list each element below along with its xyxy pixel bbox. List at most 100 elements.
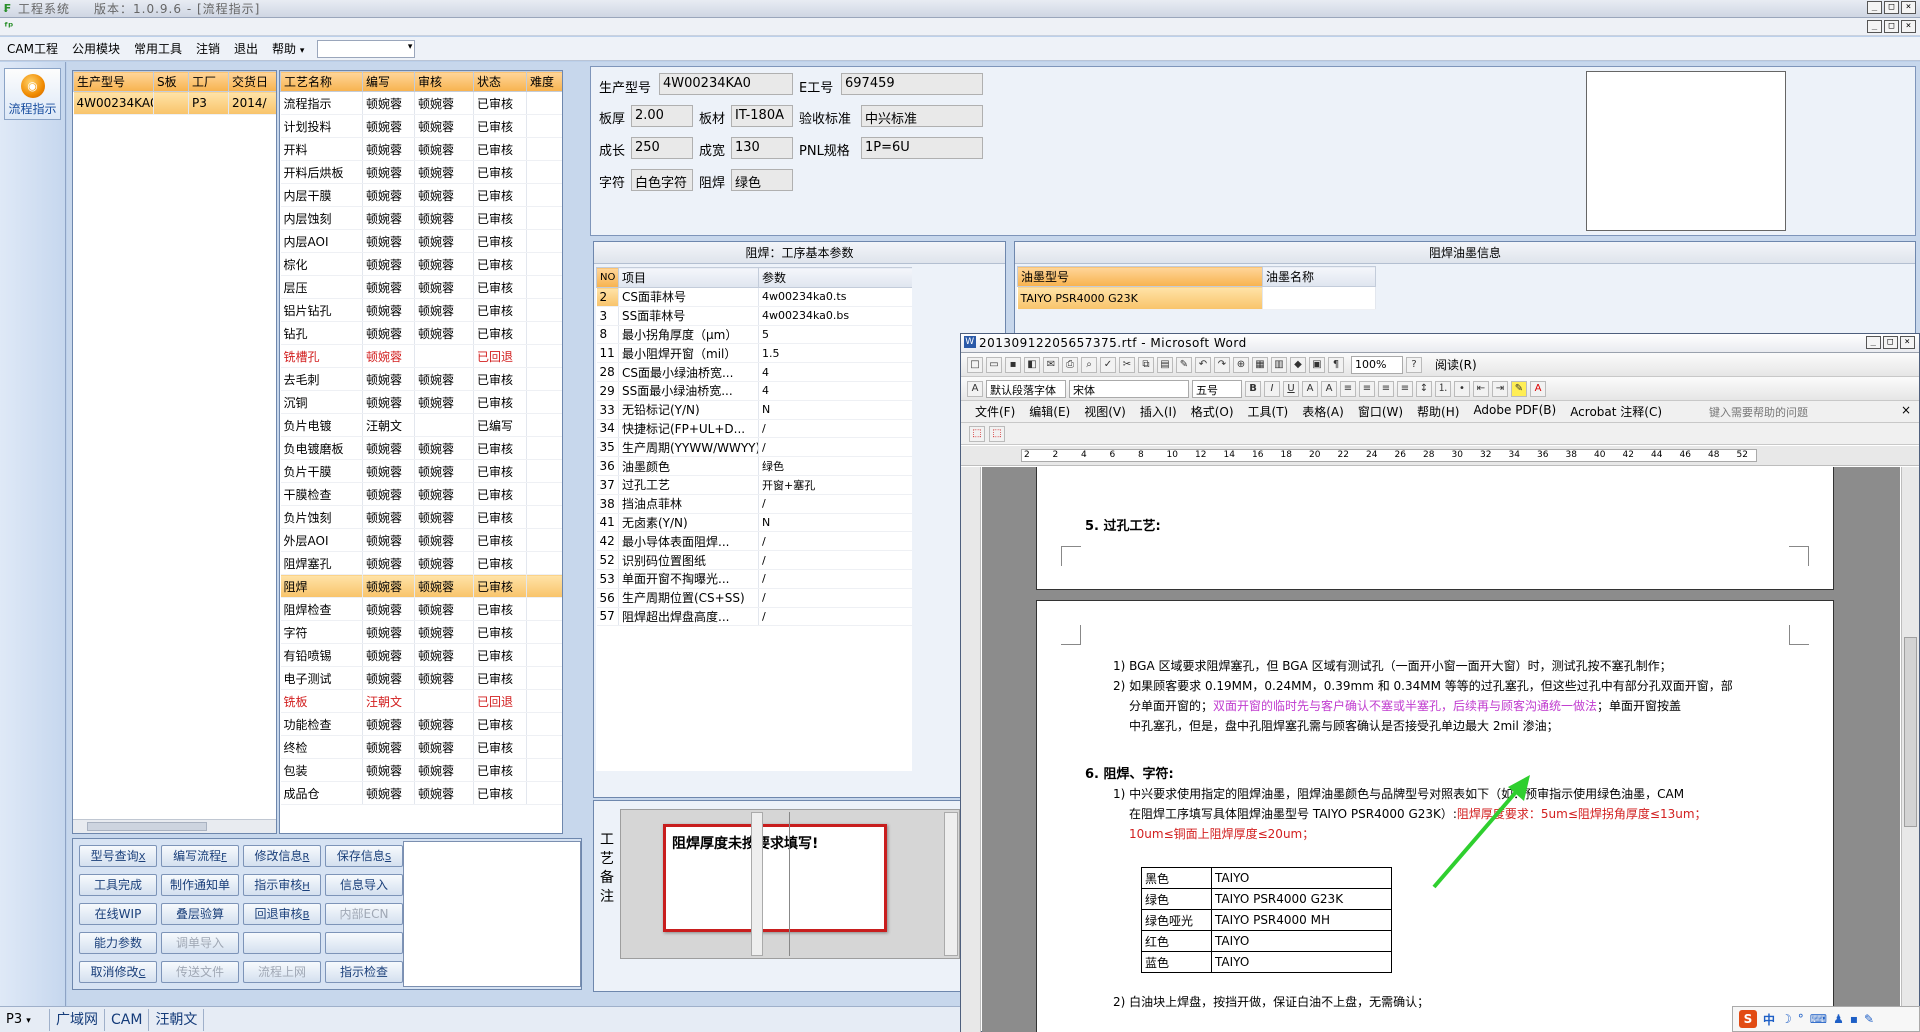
permission-icon[interactable]: ◧ <box>1024 356 1040 373</box>
table-row[interactable]: 3 SS面菲林号 4w00234ka0.bs <box>596 306 912 326</box>
word-menu-item[interactable]: 插入(I) <box>1140 403 1177 420</box>
table-row[interactable]: 内层AOI 顿婉蓉 顿婉蓉 已审核 <box>280 229 562 253</box>
table-row[interactable]: 终检 顿婉蓉 顿婉蓉 已审核 <box>280 735 562 759</box>
prod-col-header[interactable]: 生产型号 <box>73 71 154 92</box>
font-combo[interactable]: 宋体 <box>1069 379 1189 398</box>
mask-field[interactable]: 绿色 <box>731 169 793 191</box>
email-icon[interactable]: ✉ <box>1043 356 1059 373</box>
highlight-icon[interactable]: ✎ <box>1511 380 1527 397</box>
action-button[interactable]: 指示审核H <box>243 874 321 896</box>
table-row[interactable]: 铝片钻孔 顿婉蓉 顿婉蓉 已审核 <box>280 298 562 322</box>
sogou-icon[interactable]: S <box>1739 1010 1757 1028</box>
table-row[interactable]: 57 阻焊超出焊盘高度... / <box>596 607 912 627</box>
table-row[interactable]: 沉铜 顿婉蓉 顿婉蓉 已审核 <box>280 390 562 414</box>
word-maximize-button[interactable]: □ <box>1883 336 1898 349</box>
action-button[interactable]: 叠层验算 <box>161 903 239 925</box>
child-close-button[interactable]: × <box>1901 20 1916 33</box>
table-row[interactable]: 棕化 顿婉蓉 顿婉蓉 已审核 <box>280 252 562 276</box>
prod-col-header[interactable]: S板 <box>153 71 189 92</box>
paste-icon[interactable]: ▤ <box>1157 356 1173 373</box>
align-right-icon[interactable]: ≡ <box>1378 380 1394 397</box>
table-row[interactable]: 56 生产周期位置(CS+SS) / <box>596 588 912 608</box>
menu-exit[interactable]: 退出 <box>227 40 265 57</box>
word-menu-item[interactable]: 表格(A) <box>1302 403 1344 420</box>
table-row[interactable]: 计划投料 顿婉蓉 顿婉蓉 已审核 <box>280 114 562 138</box>
table-row[interactable]: 负片电镀 汪朝文 已编写 <box>280 413 562 437</box>
pdf-convert-icon[interactable]: ⬚ <box>969 425 985 442</box>
param-col-header[interactable]: 参数 <box>758 267 912 288</box>
pnl-field[interactable]: 1P=6U <box>861 137 983 159</box>
close-button[interactable]: × <box>1901 1 1916 14</box>
action-button[interactable]: 传送文件 <box>161 961 239 983</box>
char-shading-icon[interactable]: A <box>1321 380 1337 397</box>
word-menu-item[interactable]: Adobe PDF(B) <box>1473 403 1556 420</box>
action-button[interactable] <box>243 932 321 954</box>
table-row[interactable]: 4W00234KA0 P3 2014/ <box>73 91 276 115</box>
process-col-header[interactable]: 状态 <box>473 71 527 92</box>
show-marks-icon[interactable]: ¶ <box>1328 356 1344 373</box>
table-row[interactable]: 阻焊 顿婉蓉 顿婉蓉 已审核 <box>280 574 562 598</box>
table-row[interactable]: 有铅喷锡 顿婉蓉 顿婉蓉 已审核 <box>280 643 562 667</box>
action-button[interactable]: 保存信息S <box>325 845 403 867</box>
status-tab-cam[interactable]: CAM <box>105 1008 150 1031</box>
menu-common-module[interactable]: 公用模块 <box>65 40 127 57</box>
remark-scrollbar-right[interactable] <box>944 812 958 956</box>
action-button[interactable]: 内部ECN <box>325 903 403 925</box>
action-button[interactable]: 修改信息R <box>243 845 321 867</box>
thickness-field[interactable]: 2.00 <box>631 105 693 127</box>
table-row[interactable]: 41 无卤素(Y/N) N <box>596 513 912 533</box>
param-col-header[interactable]: 项目 <box>618 267 759 288</box>
flow-indicator-button[interactable]: ◉ 流程指示 <box>4 68 61 120</box>
action-button[interactable]: 指示检查 <box>325 961 403 983</box>
action-button[interactable]: 工具完成 <box>79 874 157 896</box>
scrollbar-thumb[interactable] <box>87 822 207 831</box>
table-row[interactable]: 阻焊塞孔 顿婉蓉 顿婉蓉 已审核 <box>280 551 562 575</box>
process-col-header[interactable]: 编写 <box>362 71 415 92</box>
table-row[interactable]: 负片干膜 顿婉蓉 顿婉蓉 已审核 <box>280 459 562 483</box>
char-border-icon[interactable]: A <box>1302 380 1318 397</box>
maximize-button[interactable]: □ <box>1884 1 1899 14</box>
menu-combo[interactable] <box>317 39 416 58</box>
redo-icon[interactable]: ↷ <box>1214 356 1230 373</box>
child-minimize-button[interactable]: _ <box>1867 20 1882 33</box>
style-combo[interactable]: 默认段落字体 <box>986 379 1066 398</box>
length-field[interactable]: 250 <box>631 137 693 159</box>
table-row[interactable]: 34 快捷标记(FP+UL+D... / <box>596 419 912 439</box>
table-row[interactable]: 钻孔 顿婉蓉 顿婉蓉 已审核 <box>280 321 562 345</box>
print-preview-icon[interactable]: ⌕ <box>1081 356 1097 373</box>
align-center-icon[interactable]: ≡ <box>1359 380 1375 397</box>
table-row[interactable]: 开料后烘板 顿婉蓉 顿婉蓉 已审核 <box>280 160 562 184</box>
print-icon[interactable]: ⎙ <box>1062 356 1078 373</box>
styles-icon[interactable]: A <box>967 380 983 397</box>
table-row[interactable]: 36 油墨颜色 绿色 <box>596 456 912 476</box>
word-vertical-scrollbar[interactable] <box>1901 467 1919 1032</box>
table-row[interactable]: 干膜检查 顿婉蓉 顿婉蓉 已审核 <box>280 482 562 506</box>
table-row[interactable]: 流程指示 顿婉蓉 顿婉蓉 已审核 <box>280 91 562 115</box>
read-mode-button[interactable]: 阅读(R) <box>1435 356 1477 373</box>
save-icon[interactable]: ▪ <box>1005 356 1021 373</box>
prod-col-header[interactable]: 工厂 <box>188 71 229 92</box>
child-restore-button[interactable]: □ <box>1884 20 1899 33</box>
help-icon[interactable]: ? <box>1406 356 1422 373</box>
underline-icon[interactable]: U <box>1283 380 1299 397</box>
ink-col-header[interactable]: 油墨名称 <box>1262 266 1376 287</box>
action-button[interactable]: 流程上网 <box>243 961 321 983</box>
prod-model-field[interactable]: 4W00234KA0 <box>659 73 793 95</box>
drawing-icon[interactable]: ◆ <box>1290 356 1306 373</box>
word-menu-item[interactable]: 窗口(W) <box>1358 403 1403 420</box>
menu-logout[interactable]: 注销 <box>189 40 227 57</box>
punctuation-icon[interactable]: ° <box>1798 1012 1804 1026</box>
e-no-field[interactable]: 697459 <box>841 73 983 95</box>
italic-icon[interactable]: I <box>1264 380 1280 397</box>
action-button[interactable]: 编写流程F <box>161 845 239 867</box>
spell-check-icon[interactable]: ✓ <box>1100 356 1116 373</box>
process-col-header[interactable]: 难度 <box>526 71 562 92</box>
moon-icon[interactable]: ☽ <box>1781 1012 1792 1026</box>
menu-tools[interactable]: 常用工具 <box>127 40 189 57</box>
action-button[interactable] <box>325 932 403 954</box>
status-tab-wan[interactable]: 广域网 <box>50 1008 105 1031</box>
word-menu-item[interactable]: 帮助(H) <box>1417 403 1459 420</box>
remark-scrollbar-left[interactable] <box>751 812 763 956</box>
table-row[interactable]: 字符 顿婉蓉 顿婉蓉 已审核 <box>280 620 562 644</box>
tools-icon[interactable]: ✎ <box>1864 1012 1874 1026</box>
